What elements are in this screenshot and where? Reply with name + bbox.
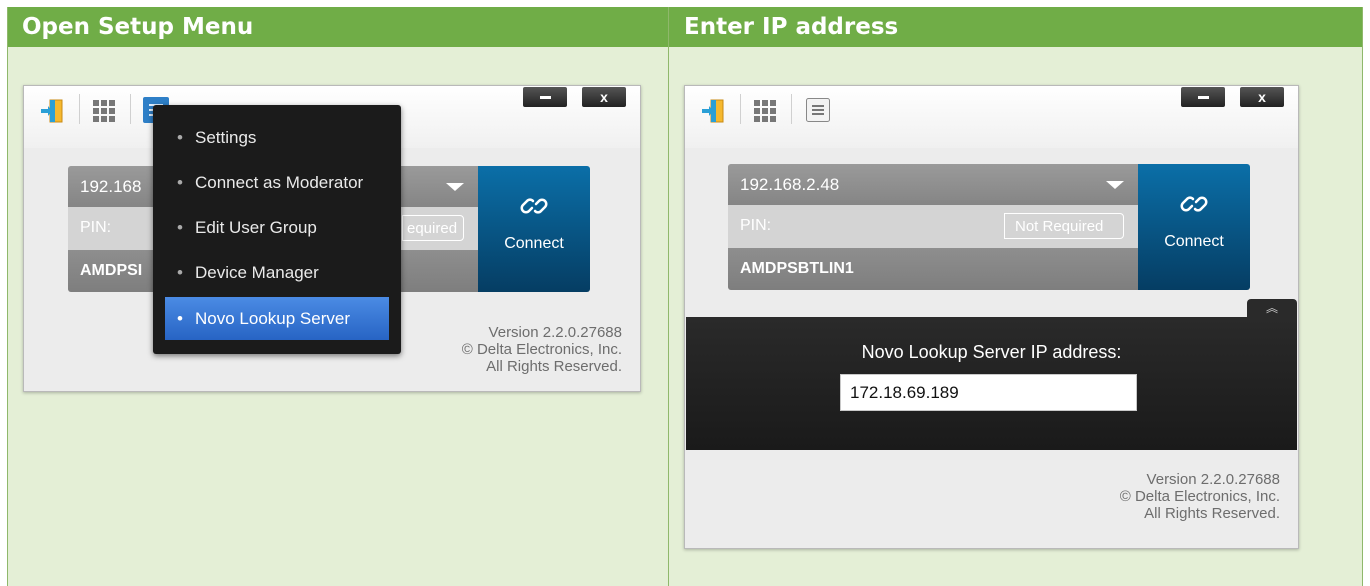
menu-item-novo-lookup-server[interactable]: • Novo Lookup Server	[165, 297, 389, 340]
ip-value: 192.168.2.48	[740, 175, 840, 194]
pin-label: PIN:	[80, 219, 112, 236]
chevron-down-icon[interactable]	[446, 183, 464, 191]
ip-dropdown[interactable]: 192.168.2.48	[728, 164, 1138, 205]
menu-item-label: Edit User Group	[195, 218, 317, 237]
column-divider	[668, 7, 669, 586]
menu-item-connect-as-moderator[interactable]: • Connect as Moderator	[165, 161, 389, 204]
pin-label: PIN:	[740, 217, 772, 234]
menu-item-label: Connect as Moderator	[195, 173, 364, 192]
close-icon[interactable]: x	[582, 87, 626, 107]
connection-panel: 192.168.2.48 PIN: Not Required AMDPSBTLI…	[728, 164, 1138, 290]
projector-icon[interactable]	[700, 98, 726, 124]
link-icon	[1180, 196, 1208, 212]
minimize-icon[interactable]	[523, 87, 567, 107]
pin-status-tag: Not Required	[1004, 213, 1124, 239]
menu-item-device-manager[interactable]: • Device Manager	[165, 251, 389, 294]
setup-menu: • Settings • Connect as Moderator • Edit Us…	[153, 105, 401, 354]
ip-value: 192.168	[80, 177, 142, 196]
device-name: AMDPSI	[80, 262, 143, 279]
grid-icon[interactable]	[92, 99, 116, 123]
right-section-title: Enter IP address	[684, 14, 899, 40]
connect-button[interactable]: Connect	[478, 166, 590, 292]
menu-item-label: Novo Lookup Server	[195, 309, 350, 328]
version-info: Version 2.2.0.27688 © Delta Electronics,…	[1120, 471, 1280, 522]
grid-icon[interactable]	[753, 99, 777, 123]
document-table: Open Setup Menu Enter IP address x 192.1…	[7, 7, 1363, 586]
connect-label: Connect	[504, 235, 564, 252]
version-line: Version 2.2.0.27688	[1146, 471, 1280, 488]
toolbar-separator	[791, 94, 792, 124]
menu-item-settings[interactable]: • Settings	[165, 116, 389, 159]
copyright-line: © Delta Electronics, Inc.	[461, 341, 622, 358]
version-line: Version 2.2.0.27688	[488, 324, 622, 341]
device-row: AMDPSBTLIN1	[728, 248, 1138, 290]
left-section-title: Open Setup Menu	[22, 14, 254, 40]
rights-line: All Rights Reserved.	[1144, 505, 1280, 522]
lookup-server-ip-input[interactable]	[840, 374, 1137, 411]
pin-status-tag: equired	[402, 215, 464, 241]
pin-row[interactable]: PIN: Not Required	[728, 205, 1138, 248]
header-bar: Open Setup Menu Enter IP address	[8, 7, 1362, 47]
connect-label: Connect	[1164, 233, 1224, 250]
toolbar-separator	[79, 94, 80, 124]
lookup-server-panel: ︽ Novo Lookup Server IP address:	[686, 299, 1297, 450]
device-name: AMDPSBTLIN1	[740, 260, 854, 277]
menu-icon[interactable]	[806, 98, 830, 122]
link-icon	[520, 198, 548, 214]
toolbar-separator	[130, 94, 131, 124]
minimize-icon[interactable]	[1181, 87, 1225, 107]
collapse-icon[interactable]: ︽	[1247, 299, 1297, 317]
projector-icon[interactable]	[39, 98, 65, 124]
close-icon[interactable]: x	[1240, 87, 1284, 107]
copyright-line: © Delta Electronics, Inc.	[1119, 488, 1280, 505]
version-info: Version 2.2.0.27688 © Delta Electronics,…	[462, 324, 622, 375]
chevron-down-icon[interactable]	[1106, 181, 1124, 189]
menu-item-edit-user-group[interactable]: • Edit User Group	[165, 206, 389, 249]
lookup-server-label: Novo Lookup Server IP address:	[861, 342, 1122, 362]
right-app-window: x 192.168.2.48 PIN: Not Required AMDPSBT…	[684, 85, 1299, 549]
menu-item-label: Device Manager	[195, 263, 319, 282]
rights-line: All Rights Reserved.	[486, 358, 622, 375]
toolbar-separator	[740, 94, 741, 124]
menu-item-label: Settings	[195, 128, 257, 147]
connect-button[interactable]: Connect	[1138, 164, 1250, 290]
